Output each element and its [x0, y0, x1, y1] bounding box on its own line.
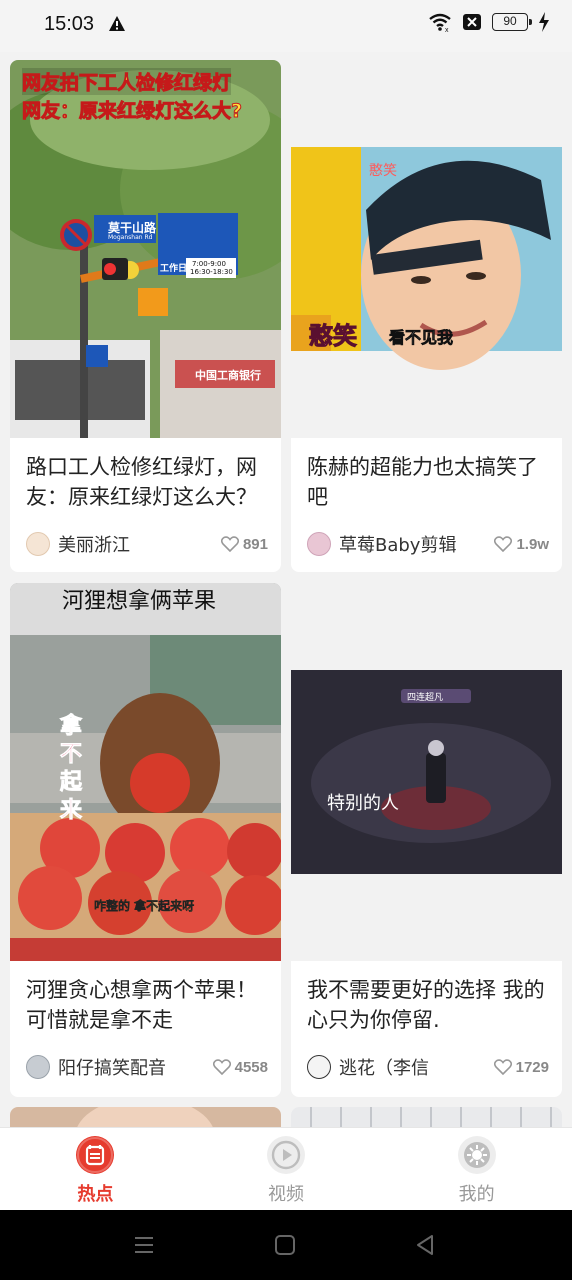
- road-sign-label: 16:30-18:30: [190, 268, 233, 276]
- thumbnail-image: [291, 60, 562, 438]
- like-count-value: 891: [242, 535, 268, 553]
- card-footer: 草莓Baby剪辑 1.9w: [307, 530, 549, 558]
- thumbnail-caption: 网友拍下工人检修红绿灯: [21, 68, 232, 95]
- status-bar: 15:03 x 90: [0, 0, 572, 52]
- thumbnail-image: [291, 583, 562, 961]
- feed-card[interactable]: 特别的人 四连超凡 我不需要更好的选择 我的心只为你停留. 逃花（李信 1729: [291, 583, 562, 1097]
- bank-sign-label: 中国工商银行: [195, 369, 261, 382]
- status-icons: x 90: [428, 12, 550, 32]
- feed-card[interactable]: [291, 1107, 562, 1127]
- bottom-tab-bar: 热点 视频 我的: [0, 1127, 572, 1210]
- thumbnail-caption: 四连超凡: [407, 693, 444, 703]
- heart-icon: [493, 1059, 512, 1075]
- menu-icon[interactable]: [133, 1234, 155, 1256]
- no-sim-icon: [463, 14, 481, 30]
- video-feed[interactable]: 网友拍下工人检修红绿灯 网友：原来红绿灯这么大? 莫干山路 Moganshan …: [0, 52, 572, 1127]
- thumbnail-caption: 憨笑: [369, 163, 397, 179]
- like-count[interactable]: 891: [220, 535, 268, 553]
- profile-icon: [457, 1136, 496, 1174]
- road-sign-label: 工作日: [160, 264, 188, 274]
- road-sign-label: 7:00-9:00: [192, 260, 226, 268]
- author-name[interactable]: 逃花（李信: [339, 1054, 494, 1080]
- thumbnail-caption: 特别的人: [327, 793, 399, 814]
- charging-icon: [539, 12, 549, 32]
- heart-icon: [212, 1059, 231, 1075]
- feed-card[interactable]: [10, 1107, 281, 1127]
- feed-card[interactable]: 河狸想拿俩苹果 拿不起来 咋整的 拿不起来呀 河狸贪心想拿两个苹果！可惜就是拿不…: [10, 583, 281, 1097]
- avatar[interactable]: [307, 1055, 331, 1079]
- like-count[interactable]: 4558: [212, 1058, 268, 1076]
- hot-icon: [76, 1136, 115, 1174]
- author-name[interactable]: 美丽浙江: [58, 531, 221, 557]
- system-navigation-bar: [0, 1210, 572, 1280]
- thumbnail-caption: 咋整的 拿不起来呀: [94, 899, 195, 913]
- like-count-value: 1.9w: [516, 535, 549, 553]
- battery-indicator: 90: [492, 13, 532, 31]
- like-count[interactable]: 1729: [493, 1058, 549, 1076]
- thumbnail-caption: 看不见我: [389, 328, 454, 348]
- status-time: 15:03: [44, 13, 95, 35]
- road-sign-label: Moganshan Rd: [108, 234, 153, 241]
- tab-label: 我的: [458, 1184, 495, 1205]
- tab-label: 热点: [77, 1184, 114, 1205]
- tab-profile[interactable]: 我的: [381, 1128, 572, 1210]
- avatar[interactable]: [26, 532, 50, 556]
- video-title[interactable]: 河狸贪心想拿两个苹果！可惜就是拿不走: [26, 975, 268, 1035]
- video-title[interactable]: 陈赫的超能力也太搞笑了吧: [307, 452, 549, 512]
- avatar[interactable]: [307, 532, 331, 556]
- wifi-icon: x: [429, 13, 451, 32]
- like-count-value: 1729: [515, 1058, 549, 1076]
- home-icon[interactable]: [274, 1234, 296, 1256]
- back-icon[interactable]: [414, 1234, 436, 1256]
- card-footer: 美丽浙江 891: [26, 530, 268, 558]
- video-thumbnail[interactable]: 憨笑 憨笑 看不见我: [291, 60, 562, 438]
- card-footer: 逃花（李信 1729: [307, 1053, 549, 1081]
- thumbnail-image: [291, 1107, 562, 1127]
- feed-card[interactable]: 憨笑 憨笑 看不见我 陈赫的超能力也太搞笑了吧 草莓Baby剪辑 1.9w: [291, 60, 562, 572]
- tab-video[interactable]: 视频: [191, 1128, 382, 1210]
- thumbnail-caption: 拿不起来: [60, 714, 83, 824]
- like-count[interactable]: 1.9w: [494, 536, 549, 553]
- tab-hot[interactable]: 热点: [0, 1128, 191, 1210]
- card-footer: 阳仔搞笑配音 4558: [26, 1053, 268, 1081]
- warning-icon: [109, 16, 125, 31]
- tab-label: 视频: [268, 1184, 304, 1205]
- play-icon: [267, 1136, 305, 1174]
- thumbnail-caption: 河狸想拿俩苹果: [62, 589, 217, 614]
- author-name[interactable]: 草莓Baby剪辑: [339, 531, 494, 557]
- video-thumbnail[interactable]: 河狸想拿俩苹果 拿不起来 咋整的 拿不起来呀: [10, 583, 281, 961]
- thumbnail-caption: 网友：原来红绿灯这么大?: [21, 100, 243, 123]
- heart-icon: [220, 536, 239, 552]
- thumbnail-image: [10, 1107, 281, 1127]
- avatar[interactable]: [26, 1055, 50, 1079]
- video-title[interactable]: 我不需要更好的选择 我的心只为你停留.: [307, 975, 549, 1035]
- heart-icon: [494, 536, 513, 552]
- like-count-value: 4558: [234, 1058, 268, 1076]
- author-name[interactable]: 阳仔搞笑配音: [58, 1054, 213, 1080]
- svg-text:x: x: [445, 27, 449, 32]
- thumbnail-caption: 憨笑: [309, 322, 358, 351]
- feed-card[interactable]: 网友拍下工人检修红绿灯 网友：原来红绿灯这么大? 莫干山路 Moganshan …: [10, 60, 281, 572]
- video-thumbnail[interactable]: 特别的人 四连超凡: [291, 583, 562, 961]
- video-title[interactable]: 路口工人检修红绿灯，网友：原来红绿灯这么大？: [26, 452, 268, 512]
- video-thumbnail[interactable]: 网友拍下工人检修红绿灯 网友：原来红绿灯这么大? 莫干山路 Moganshan …: [10, 60, 281, 438]
